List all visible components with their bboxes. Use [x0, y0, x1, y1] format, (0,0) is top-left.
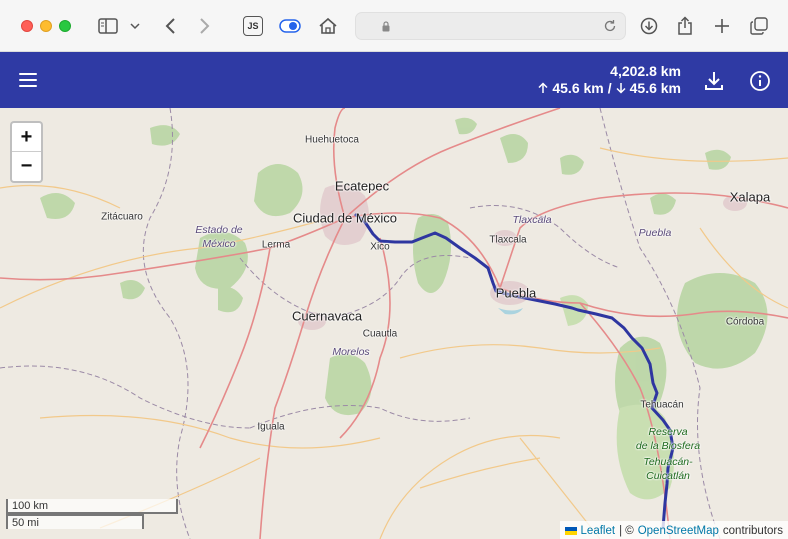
- tab-overview-icon[interactable]: [748, 14, 770, 38]
- zoom-out-button[interactable]: −: [12, 152, 41, 181]
- place-ciudad-de-mexico: Ciudad de México: [292, 210, 398, 226]
- place-xico: Xico: [370, 241, 390, 253]
- route-stats: 4,202.8 km 45.6 km / 45.6 km: [538, 63, 681, 96]
- map-attribution: Leaflet | © OpenStreetMap contributors: [559, 521, 788, 539]
- descent-value: 45.6 km: [629, 80, 681, 96]
- place-ecatepec: Ecatepec: [334, 178, 390, 194]
- state-morelos: Morelos: [332, 346, 370, 358]
- park-cuicatlan: Cuicatlán: [646, 470, 690, 482]
- place-cuautla: Cuautla: [362, 328, 398, 340]
- park-biosfera: de la Biosfera: [635, 440, 701, 452]
- place-cuernavaca: Cuernavaca: [291, 308, 363, 324]
- lock-icon: [382, 21, 390, 32]
- zoom-in-button[interactable]: +: [12, 123, 41, 152]
- map-view[interactable]: Huehuetoca Ecatepec Ciudad de México Zit…: [0, 108, 788, 539]
- sidebar-toggle-icon[interactable]: [96, 14, 120, 38]
- back-button[interactable]: [160, 14, 180, 38]
- reload-icon[interactable]: [603, 19, 617, 33]
- javascript-toggle-button[interactable]: JS: [242, 14, 264, 38]
- scale-mi: 50 mi: [6, 514, 144, 529]
- home-icon[interactable]: [317, 14, 339, 38]
- state-tlaxcala: Tlaxcala: [512, 214, 552, 226]
- menu-icon[interactable]: [19, 73, 37, 87]
- ukraine-flag-icon: [564, 527, 577, 535]
- app-header: 4,202.8 km 45.6 km / 45.6 km: [0, 52, 788, 108]
- share-icon[interactable]: [674, 14, 696, 38]
- place-huehuetoca: Huehuetoca: [305, 134, 359, 146]
- zoom-control: + −: [10, 121, 43, 183]
- download-icon[interactable]: [703, 70, 725, 92]
- close-window-button[interactable]: [21, 20, 33, 32]
- minimize-window-button[interactable]: [40, 20, 52, 32]
- place-tehuacan: Tehuacán: [640, 399, 684, 411]
- browser-toolbar: JS: [0, 0, 788, 52]
- place-cordoba: Córdoba: [725, 316, 765, 328]
- park-tehuacan: Tehuacán-: [643, 456, 693, 468]
- attribution-contributors: contributors: [722, 525, 783, 537]
- park-reserva: Reserva: [648, 426, 688, 438]
- zoom-window-button[interactable]: [59, 20, 71, 32]
- new-tab-icon[interactable]: [711, 14, 733, 38]
- scale-bar: 100 km 50 mi: [6, 499, 178, 529]
- ascent-value: 45.6 km: [552, 80, 604, 96]
- total-distance: 4,202.8 km: [610, 63, 681, 79]
- leaflet-link[interactable]: Leaflet: [581, 525, 616, 537]
- state-estado-de: Estado de: [195, 224, 243, 236]
- toggle-switch-icon[interactable]: [278, 14, 302, 38]
- place-zitacuaro: Zitácuaro: [101, 211, 143, 223]
- chevron-down-icon[interactable]: [128, 14, 142, 38]
- forward-button[interactable]: [195, 14, 215, 38]
- openstreetmap-link[interactable]: OpenStreetMap: [638, 525, 719, 537]
- state-mexico: México: [202, 238, 236, 250]
- arrow-down-icon: [616, 83, 626, 94]
- place-iguala: Iguala: [257, 421, 285, 433]
- js-badge: JS: [243, 16, 263, 36]
- attribution-separator: | ©: [619, 525, 634, 537]
- downloads-icon[interactable]: [638, 14, 660, 38]
- stats-separator: /: [607, 80, 612, 96]
- place-tlaxcala-city: Tlaxcala: [489, 234, 527, 246]
- scale-km: 100 km: [6, 499, 178, 514]
- info-icon[interactable]: [749, 70, 771, 92]
- place-lerma: Lerma: [261, 239, 291, 251]
- place-puebla-city: Puebla: [495, 285, 537, 301]
- arrow-up-icon: [538, 82, 548, 93]
- address-bar[interactable]: [355, 12, 626, 40]
- state-puebla: Puebla: [638, 227, 672, 239]
- place-xalapa: Xalapa: [729, 189, 771, 205]
